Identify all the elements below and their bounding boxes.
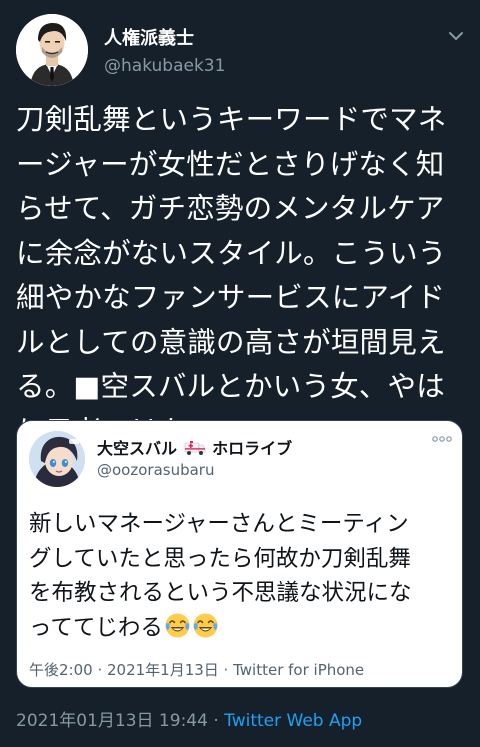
quoted-text-line: 新しいマネージャーさんとミーティン [29,511,409,537]
avatar-illustration [16,14,88,86]
tweet-text-line: に余念がないスタイル。こういう [16,236,447,270]
quoted-tweet-meta[interactable]: 午後2:00 · 2021年1月13日 · Twitter for iPhone [29,659,364,680]
user-handle[interactable]: @hakubaek31 [104,56,225,76]
quoted-text-line-last: っててじわる [29,611,453,646]
chevron-down-icon[interactable] [446,26,466,46]
tweet-footer: 2021年01月13日 19:44 · Twitter Web App [16,706,362,731]
tweet-text-line: る。■空スバルとかいう女、やは [16,370,445,403]
more-options-icon[interactable] [432,433,452,445]
tweet-text-line: ルとしての意識の高さが垣間見え [16,325,446,359]
face-with-tears-of-joy-emoji [165,613,190,637]
quoted-avatar-illustration [29,431,85,487]
tweet-text-line: 刀剣乱舞というキーワードでマネ [16,103,447,136]
quoted-display-name-suffix: ホロライブ [212,439,293,458]
quoted-text-line: グしていたと思ったら何故か刀剣乱舞 [29,545,411,572]
tweet-text-line: らせて、ガチ恋勢のメンタルケア [16,192,445,225]
tweet-header: 人権派義士 @hakubaek31 [16,14,466,86]
tweet-text-line: ージャーが女性だとさりげなく知 [16,147,445,181]
ambulance-emoji [184,441,205,455]
tweet-client-link[interactable]: Twitter Web App [224,711,362,731]
quoted-tweet-text: 新しいマネージャーさんとミーティン グしていたと思ったら何故か刀剣乱舞 を布教さ… [29,507,453,645]
tweet: 人権派義士 @hakubaek31 刀剣乱舞というキーワードでマネ ージャーが女… [0,0,480,747]
tweet-text-line: 細やかなファンサービスにアイド [16,281,446,314]
quoted-display-name-text: 大空スバル [97,439,178,458]
quoted-user-handle[interactable]: @oozorasubaru [97,461,214,479]
avatar[interactable] [16,14,88,86]
display-name[interactable]: 人権派義士 [104,24,194,50]
quoted-avatar[interactable] [29,431,85,487]
quoted-text-line: を布教されるという不思議な状況にな [29,580,412,606]
face-with-tears-of-joy-emoji [193,613,218,637]
quoted-display-name[interactable]: 大空スバル ホロライブ [97,435,292,459]
tweet-text: 刀剣乱舞というキーワードでマネ ージャーが女性だとさりげなく知 らせて、ガチ恋勢… [16,98,466,454]
quoted-text-line: っててじわる [29,614,163,641]
tweet-timestamp[interactable]: 2021年01月13日 19:44 [16,711,208,731]
meta-separator: · [207,711,225,731]
quoted-tweet-card[interactable]: 大空スバル ホロライブ @oozorasubaru 新しいマネージャーさんとミー… [16,420,463,688]
